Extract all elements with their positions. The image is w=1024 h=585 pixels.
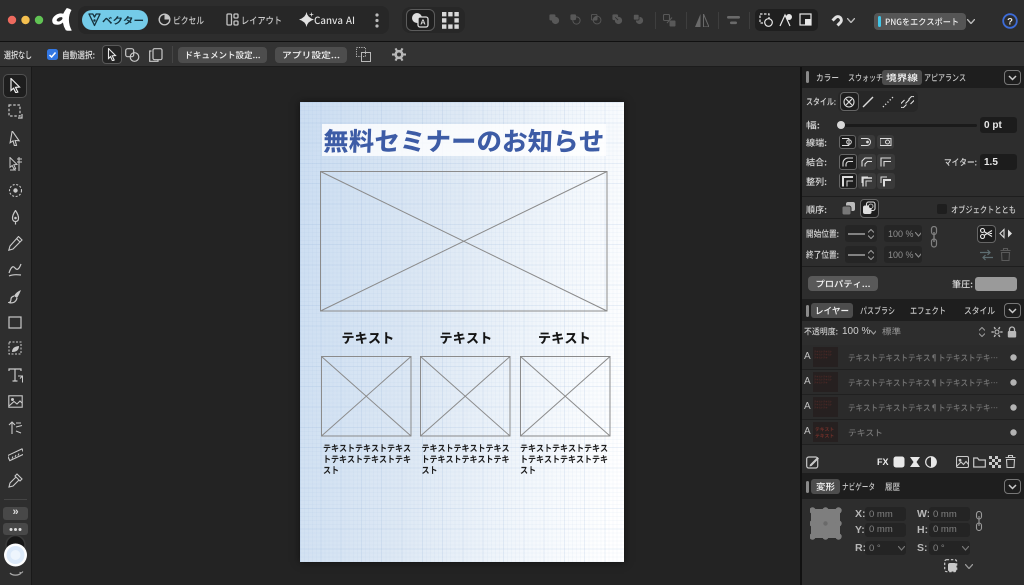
svg-text:?: ? xyxy=(1007,16,1013,27)
svg-text:A: A xyxy=(420,18,426,27)
